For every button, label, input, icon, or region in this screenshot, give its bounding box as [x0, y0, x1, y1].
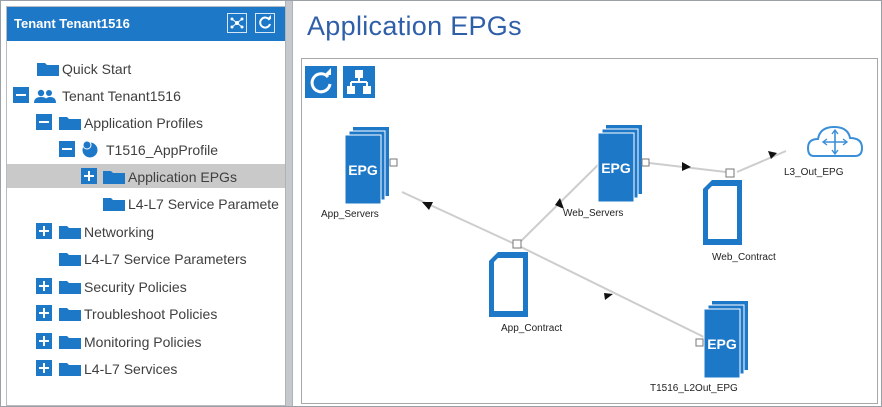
navigation-title: Tenant Tenant1516: [14, 16, 130, 31]
topology-view-button[interactable]: [227, 13, 247, 33]
contract-node-web-contract[interactable]: [703, 168, 742, 245]
node-label-web-servers: Web_Servers: [563, 208, 624, 219]
topology-graph: EPG EPG EPG: [344, 125, 864, 379]
expand-icon[interactable]: [81, 168, 97, 184]
topology-canvas: EPG EPG EPG App_Servers Web_Servers App_…: [301, 58, 878, 404]
tree-item-label: L4-L7 Service Paramete: [128, 196, 279, 212]
epg-node-app-servers[interactable]: EPG: [344, 127, 398, 205]
tree-item-label: T1516_AppProfile: [106, 142, 219, 158]
contract-node-app-contract[interactable]: [489, 239, 528, 317]
folder-icon: [103, 171, 125, 184]
epg-icon-label: EPG: [707, 336, 737, 352]
tree-item-label: Tenant Tenant1516: [62, 88, 181, 104]
navigation-panel: Tenant Tenant1516 Quick Start Tenant Ten…: [6, 6, 286, 406]
expand-icon[interactable]: [36, 333, 52, 349]
folder-icon: [59, 308, 81, 321]
tree-item-label: Troubleshoot Policies: [84, 306, 218, 322]
collapse-icon[interactable]: [59, 141, 75, 157]
page-title: Application EPGs: [307, 11, 522, 41]
node-label-web-contract: Web_Contract: [712, 252, 776, 263]
folder-icon: [103, 198, 125, 211]
folder-icon: [59, 336, 81, 349]
tenant-users-icon: [34, 89, 56, 103]
arrowhead: [604, 293, 613, 300]
tree-item-app-profile[interactable]: T1516_AppProfile: [7, 137, 285, 161]
tree-item-label: Quick Start: [62, 61, 132, 77]
expand-icon[interactable]: [36, 305, 52, 321]
tree-item-l4l7-service-parameters[interactable]: L4-L7 Service Parameters: [7, 246, 285, 270]
epg-node-web-servers[interactable]: EPG: [597, 125, 650, 203]
topology-icon: [230, 17, 244, 29]
folder-icon: [59, 117, 81, 130]
tree-item-networking[interactable]: Networking: [7, 219, 285, 243]
folder-icon: [59, 363, 81, 376]
expand-icon[interactable]: [36, 223, 52, 239]
folder-icon: [37, 63, 59, 76]
node-label-app-servers: App_Servers: [321, 209, 379, 220]
l3-out-cloud-icon[interactable]: [806, 125, 864, 157]
epg-icon-label: EPG: [601, 160, 631, 176]
tree-item-label: Monitoring Policies: [84, 334, 202, 350]
collapse-icon[interactable]: [13, 87, 29, 103]
navigation-header: Tenant Tenant1516: [7, 7, 285, 41]
tree-item-label: Application EPGs: [128, 169, 237, 185]
tree-item-application-epgs[interactable]: Application EPGs: [7, 164, 285, 188]
epg-node-l2out[interactable]: EPG: [695, 301, 748, 379]
tree-item-application-profiles[interactable]: Application Profiles: [7, 110, 285, 134]
folder-icon: [59, 281, 81, 294]
tree-item-label: L4-L7 Service Parameters: [84, 251, 247, 267]
folder-icon: [59, 253, 81, 266]
node-label-l3-out-epg: L3_Out_EPG: [784, 167, 844, 178]
folder-icon: [59, 226, 81, 239]
app-frame: Tenant Tenant1516 Quick Start Tenant Ten…: [0, 0, 882, 407]
tree-item-label: Security Policies: [84, 279, 187, 295]
app-profile-icon: [82, 140, 98, 158]
expand-icon[interactable]: [36, 278, 52, 294]
panel-splitter[interactable]: [285, 1, 293, 406]
tree-item-label: Application Profiles: [84, 115, 204, 131]
refresh-tree-button[interactable]: [255, 13, 275, 33]
refresh-icon: [259, 15, 271, 29]
tree-item-label: L4-L7 Services: [84, 361, 178, 377]
expand-icon[interactable]: [36, 360, 52, 376]
node-label-l2out-epg: T1516_L2Out_EPG: [650, 383, 738, 394]
tree-item-l4l7-services[interactable]: L4-L7 Services: [7, 356, 285, 380]
node-label-app-contract: App_Contract: [501, 323, 563, 334]
collapse-icon[interactable]: [36, 114, 52, 130]
tree-item-quick-start[interactable]: Quick Start: [7, 56, 285, 80]
tree-item-security-policies[interactable]: Security Policies: [7, 274, 285, 298]
tree-item-troubleshoot-policies[interactable]: Troubleshoot Policies: [7, 301, 285, 325]
arrowhead: [682, 162, 691, 171]
tree-item-app-l4l7-service-parameters[interactable]: L4-L7 Service Paramete: [7, 191, 285, 215]
content-panel: Application EPGs EPG EPG EPG App_Servers…: [294, 1, 881, 406]
tree-item-label: Networking: [84, 224, 155, 240]
epg-icon-label: EPG: [348, 162, 378, 178]
tree-item-monitoring-policies[interactable]: Monitoring Policies: [7, 329, 285, 353]
tree-item-tenant[interactable]: Tenant Tenant1516: [7, 83, 285, 107]
